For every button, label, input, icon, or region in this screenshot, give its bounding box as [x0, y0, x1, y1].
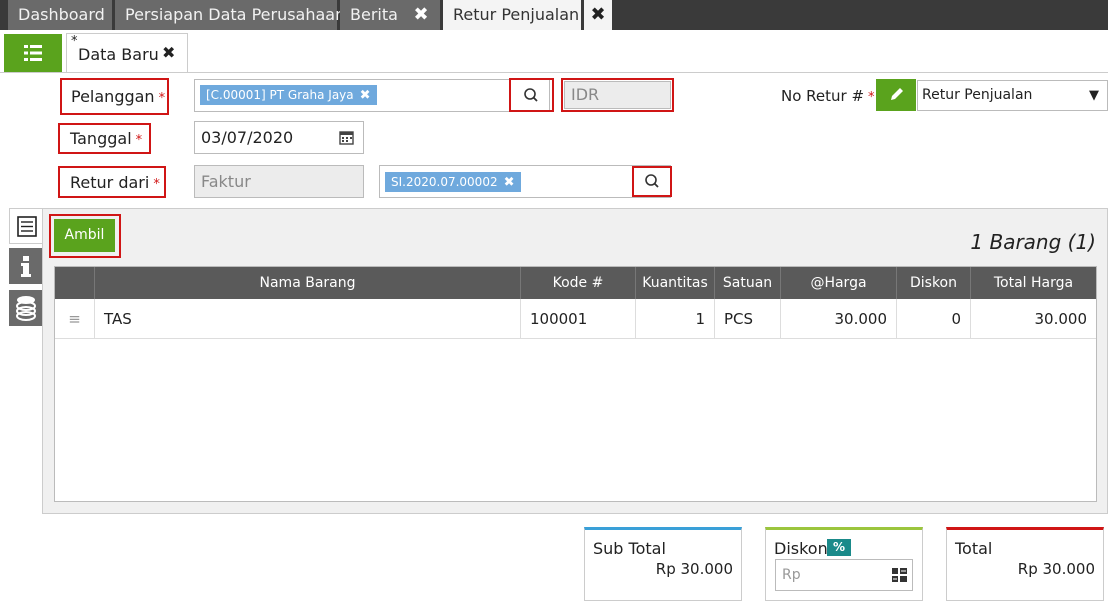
chevron-down-icon: ▼	[1089, 88, 1099, 103]
handle-header	[55, 267, 95, 299]
chip-remove-icon[interactable]: ✖	[360, 88, 371, 103]
header-diskon[interactable]: Diskon	[897, 267, 971, 299]
cell-diskon[interactable]: 0	[897, 299, 971, 339]
list-view-button[interactable]	[4, 34, 62, 72]
divider	[0, 72, 1108, 73]
header-nama-barang[interactable]: Nama Barang	[95, 267, 521, 299]
tab-retur-penjualan[interactable]: Retur Penjualan	[443, 0, 581, 30]
tab-dashboard[interactable]: Dashboard	[8, 0, 112, 30]
search-icon	[524, 88, 538, 102]
sub-total-value: Rp 30.000	[655, 560, 733, 578]
pencil-icon	[891, 88, 903, 100]
diskon-input[interactable]: Rp	[775, 559, 913, 591]
ambil-button[interactable]: Ambil	[54, 219, 115, 252]
chip-remove-icon[interactable]: ✖	[504, 175, 515, 190]
faktur-search-button[interactable]	[634, 168, 670, 195]
coins-icon	[16, 296, 36, 321]
retur-dari-type-field: Faktur	[194, 165, 364, 198]
diskon-label: Diskon	[774, 539, 828, 558]
pelanggan-search-button[interactable]	[511, 80, 551, 110]
sub-total-label: Sub Total	[593, 539, 666, 558]
search-icon	[645, 174, 659, 188]
diskon-box: Diskon % Rp	[765, 527, 923, 601]
total-box: Total Rp 30.000	[946, 527, 1104, 601]
retur-dari-label: Retur dari *	[70, 173, 160, 192]
cell-kode[interactable]: 100001	[521, 299, 636, 339]
tanggal-label: Tanggal *	[70, 129, 143, 148]
document-icon	[17, 216, 37, 237]
cell-kuantitas[interactable]: 1	[636, 299, 715, 339]
doc-tab-data-baru[interactable]: * Data Baru ✖	[66, 33, 188, 73]
header-kode[interactable]: Kode #	[521, 267, 636, 299]
diskon-percent-toggle[interactable]: %	[827, 539, 852, 556]
modified-indicator: *	[71, 34, 78, 49]
edit-button[interactable]	[876, 79, 916, 111]
faktur-chip[interactable]: SI.2020.07.00002 ✖	[385, 172, 521, 192]
cell-harga[interactable]: 30.000	[781, 299, 897, 339]
detail-tab[interactable]	[9, 208, 43, 244]
sub-total-box: Sub Total Rp 30.000	[584, 527, 742, 601]
header-harga[interactable]: @Harga	[781, 267, 897, 299]
row-drag-handle-icon[interactable]: ≡	[55, 299, 95, 339]
no-retur-select-value: Retur Penjualan	[922, 87, 1033, 103]
total-label: Total	[955, 539, 993, 558]
cell-satuan[interactable]: PCS	[715, 299, 781, 339]
payment-tab[interactable]	[9, 290, 43, 326]
currency-field: IDR	[564, 81, 671, 109]
header-kuantitas[interactable]: Kuantitas	[636, 267, 715, 299]
item-count: 1 Barang (1)	[970, 230, 1096, 254]
diskon-input-placeholder: Rp	[782, 567, 801, 583]
pelanggan-chip[interactable]: [C.00001] PT Graha Jaya ✖	[200, 85, 377, 105]
items-table: Nama Barang Kode # Kuantitas Satuan @Har…	[54, 266, 1097, 502]
doc-tab-close-icon[interactable]: ✖	[162, 43, 175, 62]
calendar-icon[interactable]	[339, 130, 355, 145]
tab-berita-close-icon[interactable]: ✖	[402, 0, 440, 30]
info-icon	[21, 256, 31, 277]
tab-persiapan-data[interactable]: Persiapan Data Perusahaan	[115, 0, 345, 30]
pelanggan-label: Pelanggan *	[71, 87, 166, 106]
header-total-harga[interactable]: Total Harga	[971, 267, 1096, 299]
no-retur-select[interactable]: Retur Penjualan ▼	[917, 80, 1108, 111]
cell-nama-barang[interactable]: TAS	[95, 299, 521, 339]
list-icon	[24, 45, 42, 61]
calculator-icon[interactable]	[892, 568, 907, 582]
tab-retur-close-icon[interactable]: ✖	[584, 0, 612, 30]
doc-tab-label: Data Baru	[78, 45, 159, 64]
tab-berita[interactable]: Berita	[340, 0, 402, 30]
total-value: Rp 30.000	[1017, 560, 1095, 578]
cell-total-harga[interactable]: 30.000	[971, 299, 1096, 339]
header-satuan[interactable]: Satuan	[715, 267, 781, 299]
info-tab[interactable]	[9, 248, 43, 284]
no-retur-label: No Retur # *	[781, 87, 875, 105]
